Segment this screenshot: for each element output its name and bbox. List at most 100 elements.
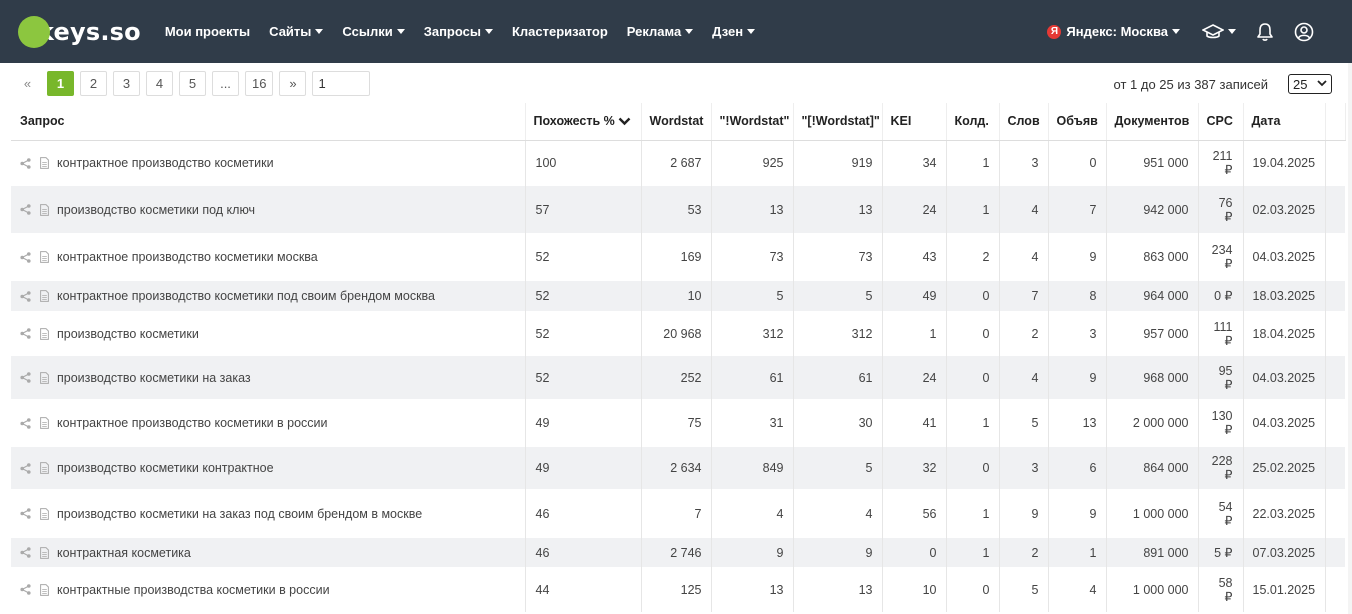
document-icon[interactable] (40, 157, 49, 170)
query-text[interactable]: производство косметики на заказ под свои… (57, 507, 422, 521)
col-documents[interactable]: Документов (1106, 103, 1199, 141)
col-kei[interactable]: KEI (882, 103, 947, 141)
page-scrollbar[interactable] (1348, 63, 1352, 614)
document-icon[interactable] (40, 583, 49, 596)
share-icon[interactable] (20, 508, 31, 519)
row-actions-cell[interactable] (1325, 233, 1345, 281)
row-actions-cell[interactable] (1325, 489, 1345, 538)
document-icon[interactable] (40, 417, 49, 429)
share-icon[interactable] (20, 462, 31, 474)
document-icon[interactable] (40, 546, 49, 559)
table-header-row: Запрос Похожесть % Wordstat "!Wordstat" … (11, 103, 1346, 141)
ws_exact-cell: 9 (793, 538, 883, 567)
page-button-2[interactable]: 2 (80, 71, 107, 96)
date-cell: 25.02.2025 (1243, 447, 1326, 489)
col-query[interactable]: Запрос (11, 103, 526, 141)
ws_exact-cell: 5 (793, 447, 883, 489)
cpc-cell: 5 ₽ (1198, 538, 1244, 567)
page-number-input[interactable] (312, 71, 371, 96)
share-icon[interactable] (20, 157, 31, 169)
nav-clusterizer[interactable]: Кластеризатор (512, 24, 608, 39)
prev-page-button[interactable]: « (14, 71, 41, 96)
document-icon[interactable] (40, 290, 49, 302)
date-cell: 04.03.2025 (1243, 356, 1326, 399)
col-cold[interactable]: Колд. (946, 103, 1000, 141)
nav-sites[interactable]: Сайты (269, 24, 324, 39)
region-selector[interactable]: Я Яндекс: Москва (1047, 24, 1180, 39)
query-cell: производство косметики под ключ (11, 186, 526, 233)
cpc-cell: 95 ₽ (1198, 356, 1244, 399)
nav-my-projects[interactable]: Мои проекты (165, 24, 250, 39)
per-page-select[interactable]: 25 (1288, 74, 1332, 94)
share-icon[interactable] (20, 372, 31, 383)
query-text[interactable]: производство косметики (57, 327, 199, 341)
notifications-button[interactable] (1256, 22, 1274, 42)
share-icon[interactable] (20, 328, 31, 339)
row-actions-cell[interactable] (1325, 311, 1345, 356)
query-text[interactable]: производство косметики на заказ (57, 371, 251, 385)
document-icon[interactable] (40, 327, 49, 340)
wordstat-cell: 2 746 (641, 538, 712, 567)
document-icon[interactable] (40, 203, 49, 216)
ws_exact-cell: 919 (793, 140, 883, 186)
nav-ads[interactable]: Реклама (627, 24, 694, 39)
kei-cell: 1 (882, 311, 947, 356)
date-cell: 18.04.2025 (1243, 311, 1326, 356)
page-button-3[interactable]: 3 (113, 71, 140, 96)
col-cpc[interactable]: CPC (1198, 103, 1244, 141)
col-wordstat-quoted[interactable]: "!Wordstat" (711, 103, 794, 141)
next-page-button[interactable]: » (279, 71, 307, 96)
query-text[interactable]: производство косметики под ключ (57, 203, 255, 217)
query-text[interactable]: контрактные производства косметики в рос… (57, 583, 330, 597)
row-actions-cell[interactable] (1325, 567, 1345, 612)
row-actions-cell[interactable] (1325, 538, 1345, 567)
share-icon[interactable] (20, 204, 31, 215)
document-icon[interactable] (40, 462, 49, 474)
share-icon[interactable] (20, 290, 31, 302)
page-button-4[interactable]: 4 (146, 71, 173, 96)
row-actions-cell[interactable] (1325, 140, 1345, 186)
ads-cell: 8 (1048, 281, 1107, 311)
page-button-5[interactable]: 5 (179, 71, 206, 96)
share-icon[interactable] (20, 417, 31, 429)
query-text[interactable]: производство косметики контрактное (57, 461, 274, 475)
page-button-1[interactable]: 1 (47, 71, 74, 96)
col-wordstat-exact[interactable]: "[!Wordstat]" (793, 103, 883, 141)
document-icon[interactable] (40, 371, 49, 384)
page-button-16[interactable]: 16 (245, 71, 274, 96)
share-icon[interactable] (20, 547, 31, 558)
row-actions-cell[interactable] (1325, 447, 1345, 489)
cpc-cell: 130 ₽ (1198, 399, 1244, 447)
row-actions-cell[interactable] (1325, 281, 1345, 311)
col-wordstat[interactable]: Wordstat (641, 103, 712, 141)
words-cell: 3 (999, 447, 1049, 489)
col-ads[interactable]: Объяв (1048, 103, 1107, 141)
cpc-cell: 234 ₽ (1198, 233, 1244, 281)
document-icon[interactable] (40, 251, 49, 263)
ws_quoted-cell: 849 (711, 447, 794, 489)
share-icon[interactable] (20, 251, 31, 263)
row-icons (20, 371, 49, 384)
col-similarity[interactable]: Похожесть % (525, 103, 642, 141)
query-text[interactable]: контрактная косметика (57, 546, 191, 560)
education-menu[interactable] (1202, 23, 1236, 40)
col-words[interactable]: Слов (999, 103, 1049, 141)
query-text[interactable]: контрактное производство косметики под с… (57, 289, 435, 303)
nav-queries[interactable]: Запросы (424, 24, 493, 39)
keys-so-logo[interactable]: keys.so (18, 15, 141, 48)
row-actions-cell[interactable] (1325, 399, 1345, 447)
ws_quoted-cell: 31 (711, 399, 794, 447)
query-text[interactable]: контрактное производство косметики (57, 156, 274, 170)
document-icon[interactable] (40, 507, 49, 520)
profile-button[interactable] (1294, 22, 1314, 42)
col-date[interactable]: Дата (1243, 103, 1326, 141)
query-text[interactable]: контрактное производство косметики в рос… (57, 416, 328, 430)
ws_exact-cell: 61 (793, 356, 883, 399)
row-actions-cell[interactable] (1325, 356, 1345, 399)
row-actions-cell[interactable] (1325, 186, 1345, 233)
share-icon[interactable] (20, 584, 31, 595)
nav-dzen[interactable]: Дзен (712, 24, 756, 39)
query-text[interactable]: контрактное производство косметики москв… (57, 250, 318, 264)
similarity-cell: 52 (525, 311, 642, 356)
nav-links[interactable]: Ссылки (342, 24, 405, 39)
